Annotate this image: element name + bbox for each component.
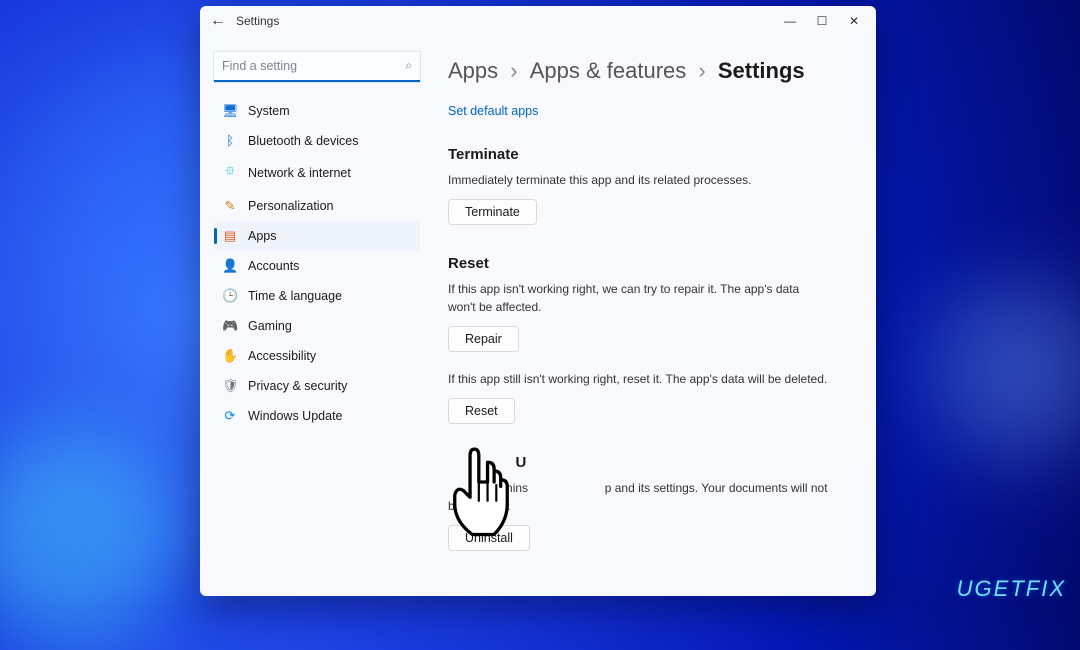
search-container: ⌕ (214, 52, 420, 82)
sidebar-item-privacy-security[interactable]: 🛡 Privacy & security (214, 371, 420, 401)
main-panel: Apps › Apps & features › Settings Set de… (430, 36, 876, 596)
reset-desc: If this app still isn't working right, r… (448, 370, 828, 388)
sidebar-item-label: Accounts (248, 259, 299, 273)
sidebar-item-apps[interactable]: ▤ Apps (214, 221, 420, 251)
reset-button[interactable]: Reset (448, 398, 515, 424)
close-button[interactable]: ✕ (840, 10, 868, 32)
sidebar-item-label: System (248, 104, 290, 118)
accounts-icon: 👤 (222, 258, 238, 274)
terminate-button[interactable]: Terminate (448, 199, 537, 225)
window-title: Settings (236, 14, 279, 28)
minimize-button[interactable]: — (776, 10, 804, 32)
uninstall-button[interactable]: Uninstall (448, 525, 530, 551)
settings-window: ← Settings — ☐ ✕ ⌕ 🖥 System ᛒ Bluetooth & d… (200, 6, 876, 596)
titlebar: ← Settings — ☐ ✕ (200, 6, 876, 36)
time-language-icon: 🕒 (222, 288, 238, 304)
terminate-heading: Terminate (448, 146, 852, 163)
sidebar-item-network-internet[interactable]: ⯐ Network & internet (214, 155, 420, 191)
personalization-icon: ✎ (222, 198, 238, 214)
breadcrumb: Apps › Apps & features › Settings (448, 58, 852, 84)
uninstall-heading: Uninstall U (448, 454, 852, 471)
system-icon: 🖥 (222, 103, 238, 119)
repair-desc: If this app isn't working right, we can … (448, 280, 828, 316)
chevron-right-icon: › (698, 58, 705, 83)
page-title: Settings (718, 58, 805, 83)
search-input[interactable] (214, 52, 420, 82)
windows-update-icon: ⟳ (222, 408, 238, 424)
sidebar-item-gaming[interactable]: 🎮 Gaming (214, 311, 420, 341)
watermark: UGETFIX (957, 576, 1066, 602)
reset-heading: Reset (448, 255, 852, 272)
search-icon: ⌕ (405, 58, 412, 73)
sidebar-item-personalization[interactable]: ✎ Personalization (214, 191, 420, 221)
accessibility-icon: ✋ (222, 348, 238, 364)
uninstall-heading-visible: U (516, 454, 527, 471)
uninstall-desc: Uninstall Unins p and its settings. Your… (448, 479, 828, 515)
sidebar-item-label: Time & language (248, 289, 342, 303)
sidebar-item-bluetooth-devices[interactable]: ᛒ Bluetooth & devices (214, 126, 420, 155)
sidebar-item-system[interactable]: 🖥 System (214, 96, 420, 126)
sidebar-item-label: Privacy & security (248, 379, 347, 393)
sidebar-item-accounts[interactable]: 👤 Accounts (214, 251, 420, 281)
uninstall-desc-visible-a: Unins (497, 481, 528, 495)
terminate-desc: Immediately terminate this app and its r… (448, 171, 828, 189)
chevron-right-icon: › (510, 58, 517, 83)
gaming-icon: 🎮 (222, 318, 238, 334)
window-controls: — ☐ ✕ (776, 10, 868, 32)
crumb-apps-features[interactable]: Apps & features (530, 58, 687, 83)
sidebar-item-label: Network & internet (248, 166, 351, 180)
network-internet-icon: ⯐ (222, 162, 238, 184)
sidebar-item-accessibility[interactable]: ✋ Accessibility (214, 341, 420, 371)
crumb-apps[interactable]: Apps (448, 58, 498, 83)
maximize-button[interactable]: ☐ (808, 10, 836, 32)
privacy-security-icon: 🛡 (222, 378, 238, 394)
sidebar-item-windows-update[interactable]: ⟳ Windows Update (214, 401, 420, 431)
sidebar-item-label: Gaming (248, 319, 292, 333)
sidebar: ⌕ 🖥 System ᛒ Bluetooth & devices ⯐ Network & … (200, 36, 430, 596)
apps-icon: ▤ (222, 228, 238, 244)
sidebar-item-label: Apps (248, 229, 277, 243)
set-default-apps-link[interactable]: Set default apps (448, 104, 538, 118)
back-button[interactable]: ← (208, 12, 228, 30)
bluetooth-devices-icon: ᛒ (222, 133, 238, 148)
sidebar-item-label: Personalization (248, 199, 333, 213)
sidebar-item-label: Accessibility (248, 349, 316, 363)
repair-button[interactable]: Repair (448, 326, 519, 352)
sidebar-item-label: Bluetooth & devices (248, 134, 359, 148)
sidebar-item-time-language[interactable]: 🕒 Time & language (214, 281, 420, 311)
sidebar-item-label: Windows Update (248, 409, 343, 423)
